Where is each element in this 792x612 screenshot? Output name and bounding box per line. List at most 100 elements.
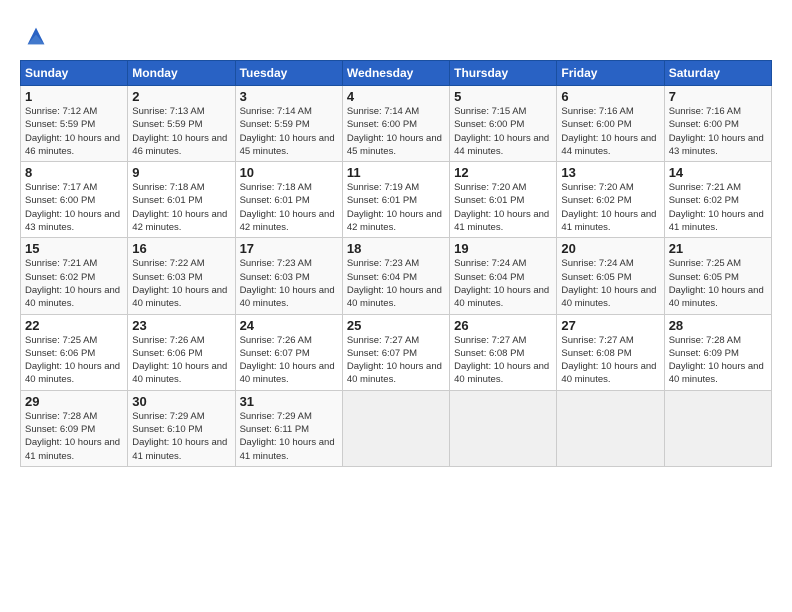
calendar-week-row: 1Sunrise: 7:12 AMSunset: 5:59 PMDaylight… (21, 86, 772, 162)
day-info: Sunrise: 7:26 AMSunset: 6:07 PMDaylight:… (240, 334, 338, 387)
calendar-cell: 25Sunrise: 7:27 AMSunset: 6:07 PMDayligh… (342, 314, 449, 390)
day-number: 12 (454, 165, 552, 180)
day-info: Sunrise: 7:21 AMSunset: 6:02 PMDaylight:… (669, 181, 767, 234)
calendar-week-row: 29Sunrise: 7:28 AMSunset: 6:09 PMDayligh… (21, 390, 772, 466)
calendar-header-thursday: Thursday (450, 61, 557, 86)
calendar-header-row: SundayMondayTuesdayWednesdayThursdayFrid… (21, 61, 772, 86)
calendar-cell: 27Sunrise: 7:27 AMSunset: 6:08 PMDayligh… (557, 314, 664, 390)
calendar-cell: 6Sunrise: 7:16 AMSunset: 6:00 PMDaylight… (557, 86, 664, 162)
day-info: Sunrise: 7:14 AMSunset: 6:00 PMDaylight:… (347, 105, 445, 158)
day-info: Sunrise: 7:16 AMSunset: 6:00 PMDaylight:… (561, 105, 659, 158)
day-number: 27 (561, 318, 659, 333)
calendar-cell: 15Sunrise: 7:21 AMSunset: 6:02 PMDayligh… (21, 238, 128, 314)
calendar-header-friday: Friday (557, 61, 664, 86)
day-info: Sunrise: 7:24 AMSunset: 6:05 PMDaylight:… (561, 257, 659, 310)
calendar-cell: 29Sunrise: 7:28 AMSunset: 6:09 PMDayligh… (21, 390, 128, 466)
calendar-cell: 5Sunrise: 7:15 AMSunset: 6:00 PMDaylight… (450, 86, 557, 162)
day-number: 20 (561, 241, 659, 256)
day-info: Sunrise: 7:18 AMSunset: 6:01 PMDaylight:… (132, 181, 230, 234)
day-number: 11 (347, 165, 445, 180)
day-number: 29 (25, 394, 123, 409)
day-info: Sunrise: 7:22 AMSunset: 6:03 PMDaylight:… (132, 257, 230, 310)
day-number: 17 (240, 241, 338, 256)
day-info: Sunrise: 7:27 AMSunset: 6:07 PMDaylight:… (347, 334, 445, 387)
day-number: 6 (561, 89, 659, 104)
calendar-cell: 10Sunrise: 7:18 AMSunset: 6:01 PMDayligh… (235, 162, 342, 238)
day-number: 28 (669, 318, 767, 333)
logo (20, 22, 50, 50)
day-number: 22 (25, 318, 123, 333)
calendar-cell: 22Sunrise: 7:25 AMSunset: 6:06 PMDayligh… (21, 314, 128, 390)
calendar-cell: 18Sunrise: 7:23 AMSunset: 6:04 PMDayligh… (342, 238, 449, 314)
day-number: 13 (561, 165, 659, 180)
day-number: 21 (669, 241, 767, 256)
calendar-cell: 24Sunrise: 7:26 AMSunset: 6:07 PMDayligh… (235, 314, 342, 390)
calendar-cell: 19Sunrise: 7:24 AMSunset: 6:04 PMDayligh… (450, 238, 557, 314)
day-info: Sunrise: 7:19 AMSunset: 6:01 PMDaylight:… (347, 181, 445, 234)
calendar-cell: 12Sunrise: 7:20 AMSunset: 6:01 PMDayligh… (450, 162, 557, 238)
day-number: 9 (132, 165, 230, 180)
calendar-cell (342, 390, 449, 466)
day-info: Sunrise: 7:28 AMSunset: 6:09 PMDaylight:… (25, 410, 123, 463)
calendar-cell: 11Sunrise: 7:19 AMSunset: 6:01 PMDayligh… (342, 162, 449, 238)
calendar-cell: 17Sunrise: 7:23 AMSunset: 6:03 PMDayligh… (235, 238, 342, 314)
calendar-cell (557, 390, 664, 466)
calendar-header-monday: Monday (128, 61, 235, 86)
calendar-cell: 23Sunrise: 7:26 AMSunset: 6:06 PMDayligh… (128, 314, 235, 390)
day-number: 8 (25, 165, 123, 180)
day-info: Sunrise: 7:25 AMSunset: 6:06 PMDaylight:… (25, 334, 123, 387)
day-info: Sunrise: 7:28 AMSunset: 6:09 PMDaylight:… (669, 334, 767, 387)
logo-icon (22, 22, 50, 50)
day-info: Sunrise: 7:21 AMSunset: 6:02 PMDaylight:… (25, 257, 123, 310)
calendar-cell: 30Sunrise: 7:29 AMSunset: 6:10 PMDayligh… (128, 390, 235, 466)
day-number: 3 (240, 89, 338, 104)
calendar-cell: 7Sunrise: 7:16 AMSunset: 6:00 PMDaylight… (664, 86, 771, 162)
day-number: 5 (454, 89, 552, 104)
day-info: Sunrise: 7:20 AMSunset: 6:01 PMDaylight:… (454, 181, 552, 234)
day-info: Sunrise: 7:25 AMSunset: 6:05 PMDaylight:… (669, 257, 767, 310)
calendar-cell: 16Sunrise: 7:22 AMSunset: 6:03 PMDayligh… (128, 238, 235, 314)
calendar-cell: 3Sunrise: 7:14 AMSunset: 5:59 PMDaylight… (235, 86, 342, 162)
calendar-header-wednesday: Wednesday (342, 61, 449, 86)
day-number: 24 (240, 318, 338, 333)
calendar-cell: 2Sunrise: 7:13 AMSunset: 5:59 PMDaylight… (128, 86, 235, 162)
day-number: 18 (347, 241, 445, 256)
day-info: Sunrise: 7:17 AMSunset: 6:00 PMDaylight:… (25, 181, 123, 234)
day-info: Sunrise: 7:24 AMSunset: 6:04 PMDaylight:… (454, 257, 552, 310)
calendar-cell: 13Sunrise: 7:20 AMSunset: 6:02 PMDayligh… (557, 162, 664, 238)
day-number: 2 (132, 89, 230, 104)
day-number: 25 (347, 318, 445, 333)
calendar-cell: 8Sunrise: 7:17 AMSunset: 6:00 PMDaylight… (21, 162, 128, 238)
day-info: Sunrise: 7:18 AMSunset: 6:01 PMDaylight:… (240, 181, 338, 234)
day-number: 30 (132, 394, 230, 409)
calendar-cell: 1Sunrise: 7:12 AMSunset: 5:59 PMDaylight… (21, 86, 128, 162)
day-info: Sunrise: 7:23 AMSunset: 6:04 PMDaylight:… (347, 257, 445, 310)
calendar-cell: 9Sunrise: 7:18 AMSunset: 6:01 PMDaylight… (128, 162, 235, 238)
calendar-table: SundayMondayTuesdayWednesdayThursdayFrid… (20, 60, 772, 467)
day-info: Sunrise: 7:23 AMSunset: 6:03 PMDaylight:… (240, 257, 338, 310)
calendar-cell: 14Sunrise: 7:21 AMSunset: 6:02 PMDayligh… (664, 162, 771, 238)
day-number: 15 (25, 241, 123, 256)
calendar-cell (664, 390, 771, 466)
day-number: 7 (669, 89, 767, 104)
day-info: Sunrise: 7:14 AMSunset: 5:59 PMDaylight:… (240, 105, 338, 158)
day-info: Sunrise: 7:27 AMSunset: 6:08 PMDaylight:… (561, 334, 659, 387)
calendar-cell: 31Sunrise: 7:29 AMSunset: 6:11 PMDayligh… (235, 390, 342, 466)
calendar-cell (450, 390, 557, 466)
day-number: 19 (454, 241, 552, 256)
day-number: 4 (347, 89, 445, 104)
page: SundayMondayTuesdayWednesdayThursdayFrid… (0, 0, 792, 479)
day-number: 14 (669, 165, 767, 180)
calendar-week-row: 15Sunrise: 7:21 AMSunset: 6:02 PMDayligh… (21, 238, 772, 314)
day-info: Sunrise: 7:29 AMSunset: 6:10 PMDaylight:… (132, 410, 230, 463)
day-info: Sunrise: 7:29 AMSunset: 6:11 PMDaylight:… (240, 410, 338, 463)
day-number: 10 (240, 165, 338, 180)
day-number: 31 (240, 394, 338, 409)
day-info: Sunrise: 7:12 AMSunset: 5:59 PMDaylight:… (25, 105, 123, 158)
calendar-week-row: 22Sunrise: 7:25 AMSunset: 6:06 PMDayligh… (21, 314, 772, 390)
header (20, 18, 772, 50)
calendar-cell: 20Sunrise: 7:24 AMSunset: 6:05 PMDayligh… (557, 238, 664, 314)
calendar-week-row: 8Sunrise: 7:17 AMSunset: 6:00 PMDaylight… (21, 162, 772, 238)
calendar-cell: 4Sunrise: 7:14 AMSunset: 6:00 PMDaylight… (342, 86, 449, 162)
day-info: Sunrise: 7:26 AMSunset: 6:06 PMDaylight:… (132, 334, 230, 387)
